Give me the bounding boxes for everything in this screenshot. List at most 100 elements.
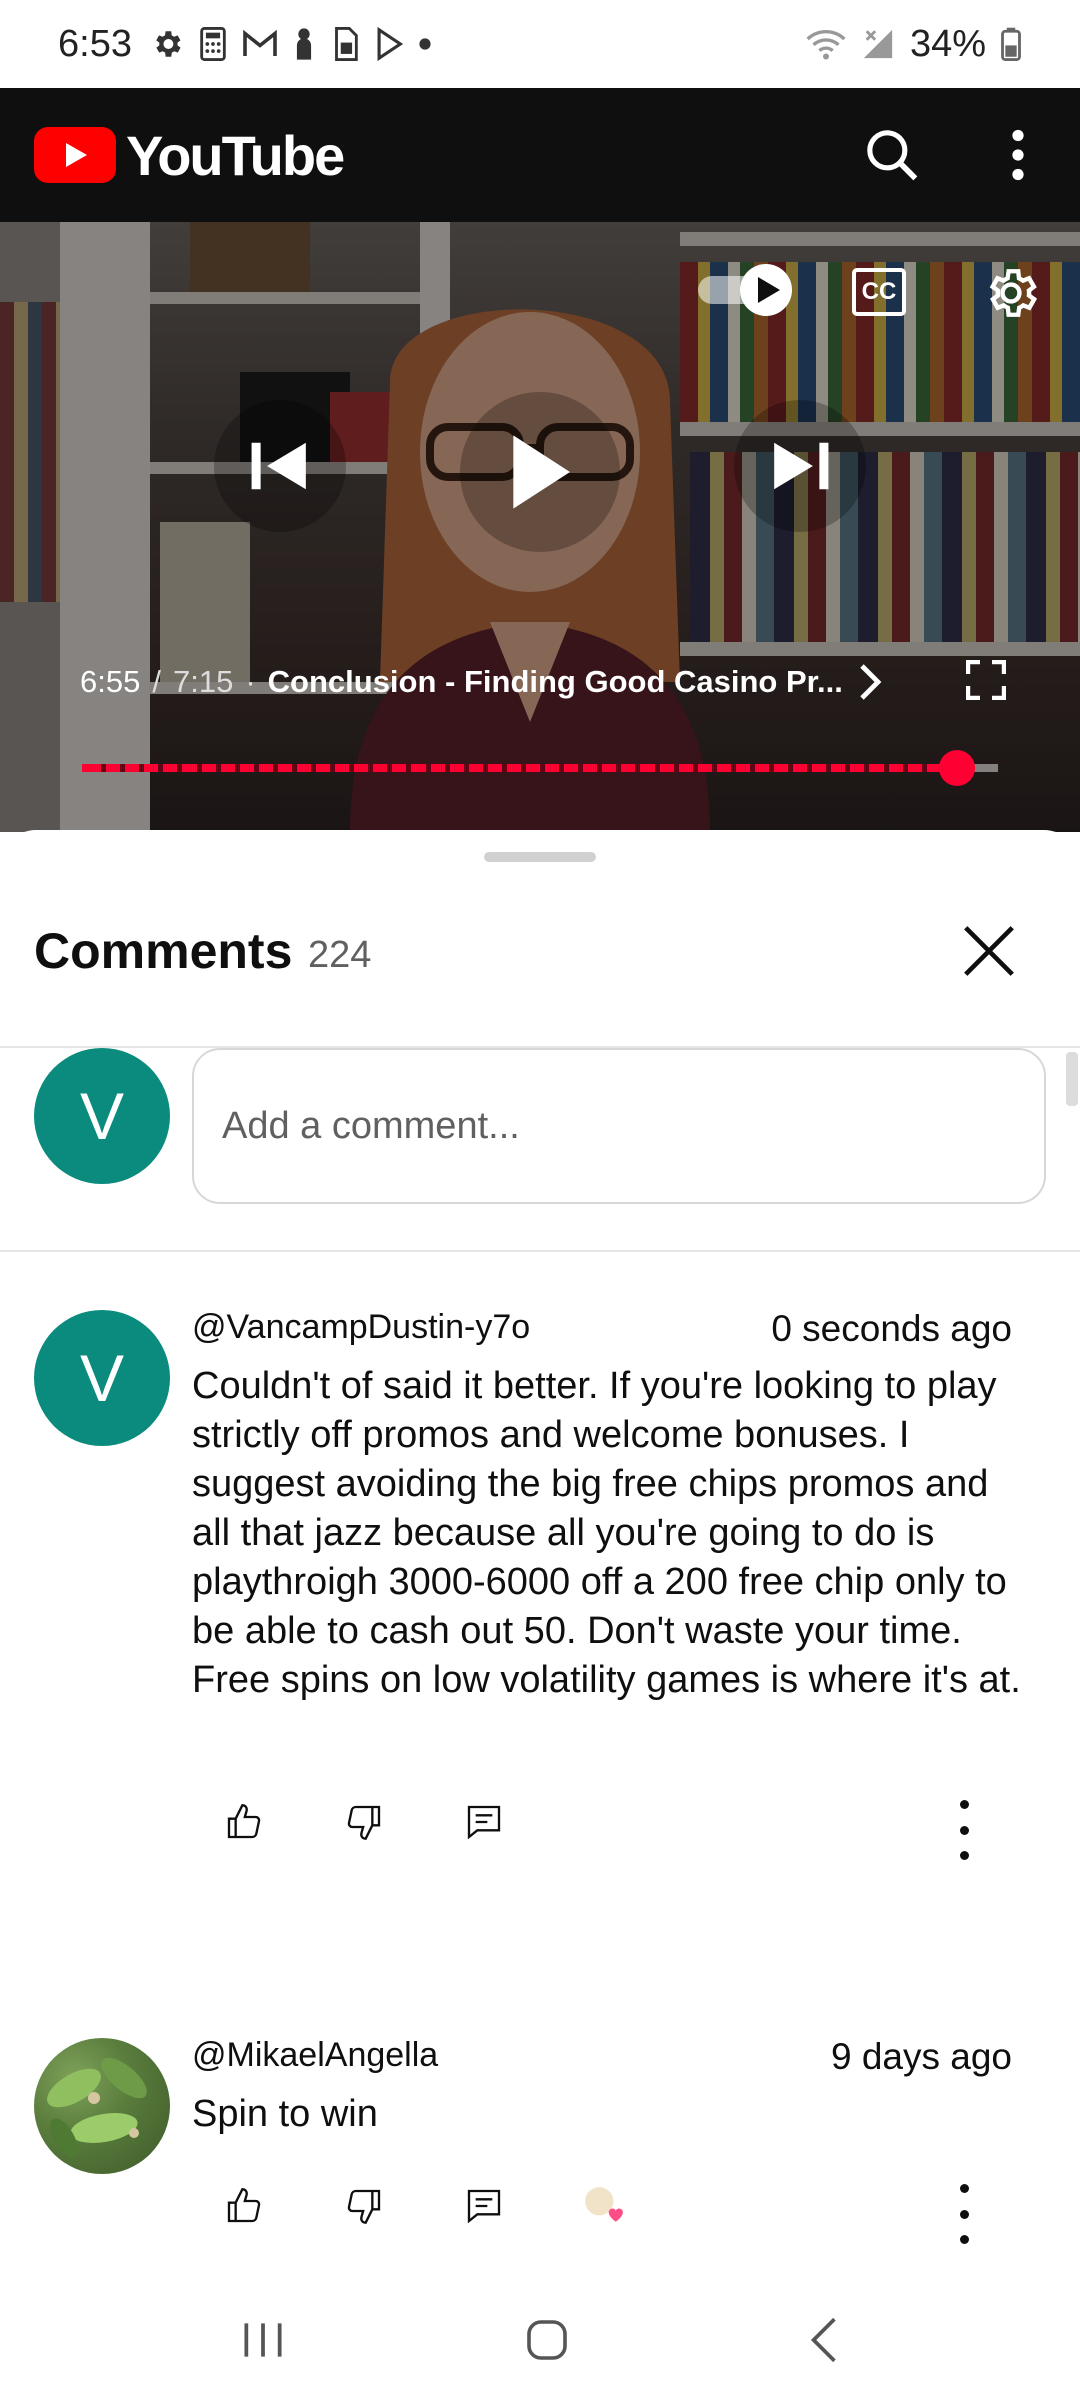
dislike-icon[interactable] — [342, 2184, 386, 2228]
chapter-marker — [674, 764, 679, 772]
recent-apps-icon[interactable] — [238, 2318, 288, 2362]
drag-handle[interactable] — [484, 852, 596, 862]
chapter-marker — [731, 764, 736, 772]
chapter-marker — [426, 764, 431, 772]
chapter-marker — [387, 764, 392, 772]
current-time: 6:55 — [80, 664, 141, 699]
chapter-marker — [655, 764, 660, 772]
dislike-icon[interactable] — [342, 1800, 386, 1844]
chapter-marker — [903, 764, 908, 772]
current-user-avatar: V — [34, 1048, 170, 1184]
chapter-marker — [635, 764, 640, 772]
battery-icon — [1001, 27, 1021, 61]
comment-author[interactable]: @VancampDustin-y7o — [192, 1308, 530, 1347]
add-comment-input[interactable]: Add a comment... — [192, 1048, 1046, 1204]
previous-video-button[interactable] — [214, 400, 346, 532]
chapter-marker — [922, 764, 927, 772]
more-options-icon[interactable] — [1010, 129, 1026, 181]
creator-heart-icon — [582, 2184, 626, 2228]
chapter-marker — [120, 764, 125, 772]
like-icon[interactable] — [222, 1800, 266, 1844]
skip-next-icon — [774, 442, 829, 490]
chapter-marker — [216, 764, 221, 772]
search-icon[interactable] — [864, 127, 920, 183]
chapter-marker — [273, 764, 278, 772]
signal-icon — [863, 29, 893, 59]
chapter-marker — [559, 764, 564, 772]
next-video-button[interactable] — [734, 400, 866, 532]
back-icon[interactable] — [806, 2315, 842, 2365]
chapter-marker — [101, 764, 106, 772]
chapter-title[interactable]: Conclusion - Finding Good Casino Pr... — [268, 664, 843, 700]
comment-more-icon[interactable] — [956, 1800, 972, 1860]
video-progress-bar[interactable] — [82, 750, 998, 786]
settings-gear-icon — [156, 31, 181, 57]
comments-count: 224 — [308, 934, 372, 976]
comment-avatar[interactable] — [34, 2038, 170, 2174]
chapter-marker — [826, 764, 831, 772]
chapter-marker — [616, 764, 621, 772]
chapter-marker — [349, 764, 354, 772]
dot-icon — [419, 38, 431, 50]
chapter-marker — [769, 764, 774, 772]
close-icon[interactable] — [958, 920, 1020, 982]
chapter-marker — [235, 764, 240, 772]
chapter-marker — [521, 764, 526, 772]
reply-icon[interactable] — [462, 1800, 506, 1844]
comment-more-icon[interactable] — [956, 2184, 972, 2244]
youtube-logo[interactable]: YouTube — [34, 123, 345, 188]
comments-sheet: Comments 224 V Add a comment... V @Vanca… — [0, 830, 1080, 2280]
total-time: 7:15 — [172, 664, 234, 699]
captions-button[interactable]: CC — [852, 268, 906, 316]
autoplay-toggle[interactable] — [694, 262, 794, 318]
comment-timestamp: 9 days ago — [830, 2036, 1012, 2077]
chapter-marker — [502, 764, 507, 772]
chapter-marker — [311, 764, 316, 772]
chapter-marker — [464, 764, 469, 772]
status-time: 6:53 — [58, 22, 132, 65]
video-time-row: 6:55 / 7:15 · Conclusion - Finding Good … — [80, 662, 885, 702]
chapter-marker — [864, 764, 869, 772]
calculator-icon — [200, 27, 226, 61]
person-icon — [296, 28, 312, 60]
time-separator: / — [152, 664, 161, 699]
app-name: YouTube — [126, 123, 345, 187]
youtube-play-logo-icon — [34, 127, 116, 183]
wifi-icon — [806, 30, 846, 60]
reply-icon[interactable] — [462, 2184, 506, 2228]
scrubber-handle[interactable] — [939, 750, 975, 786]
comment-actions — [222, 2184, 702, 2228]
comment-actions — [222, 1800, 582, 1844]
chapter-separator: · — [245, 664, 256, 699]
home-icon[interactable] — [523, 2316, 571, 2364]
fullscreen-icon[interactable] — [966, 660, 1006, 700]
player-settings-gear-icon[interactable] — [982, 264, 1040, 322]
comment-avatar[interactable]: V — [34, 1310, 170, 1446]
status-right: 34% — [806, 23, 1022, 66]
scrollbar[interactable] — [1066, 1052, 1078, 1106]
sim-card-icon — [335, 27, 358, 61]
comment-author[interactable]: @MikaelAngella — [192, 2036, 438, 2075]
chapter-marker — [292, 764, 297, 772]
like-icon[interactable] — [222, 2184, 266, 2228]
chevron-right-icon[interactable] — [855, 662, 885, 702]
chapter-marker — [139, 764, 144, 772]
chapter-marker — [197, 764, 202, 772]
chapter-marker — [712, 764, 717, 772]
chapter-marker — [693, 764, 698, 772]
app-header: YouTube — [0, 88, 1080, 222]
status-bar: 6:53 34% — [0, 0, 1080, 88]
chapter-marker — [540, 764, 545, 772]
chapter-marker — [330, 764, 335, 772]
chapter-marker — [254, 764, 259, 772]
comments-title: Comments — [34, 923, 293, 979]
system-navigation-bar — [0, 2280, 1080, 2400]
chapter-marker — [483, 764, 488, 772]
play-button[interactable] — [460, 392, 620, 552]
comment-timestamp: 0 seconds ago — [771, 1308, 1012, 1349]
leaf-avatar-image — [47, 2057, 147, 2158]
video-player[interactable]: CC 6:55 / 7:15 · Conclusion - Finding Go… — [0, 222, 1080, 832]
chapter-marker — [578, 764, 583, 772]
chapter-marker — [788, 764, 793, 772]
chapter-marker — [177, 764, 182, 772]
